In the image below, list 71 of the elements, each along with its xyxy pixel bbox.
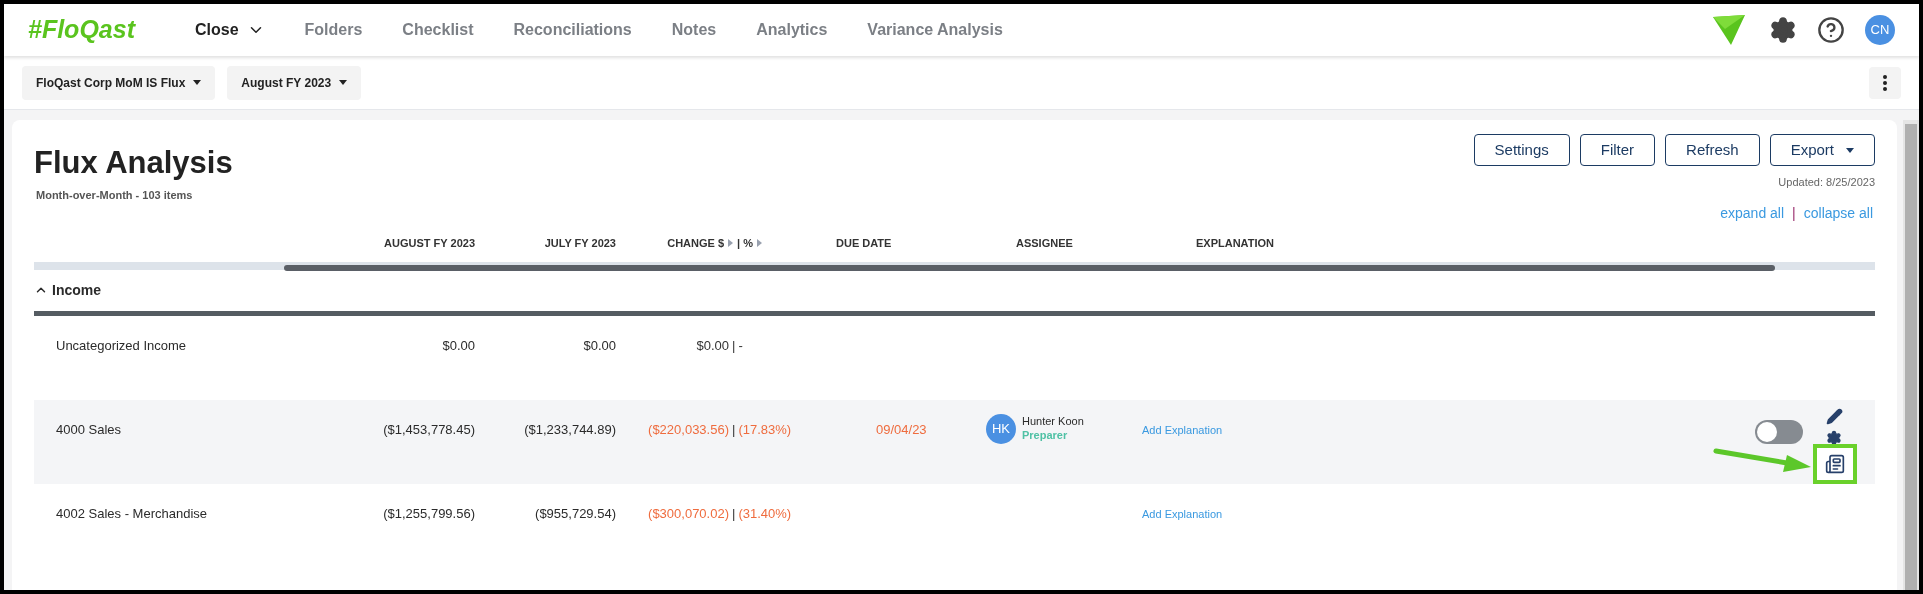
toolbar-button[interactable]: Refresh [1665,134,1760,166]
collapse-all-link[interactable]: collapse all [1803,202,1873,224]
group-label: Income [52,280,101,300]
more-menu-button[interactable] [1869,66,1901,99]
expand-all-link[interactable]: expand all [1720,202,1785,224]
vertical-scrollbar[interactable] [1903,120,1919,590]
nav-tab[interactable]: Checklist [382,18,494,42]
table-row[interactable]: Uncategorized Income $0.00 $0.00 $0.00 | - [34,315,1875,400]
export-dropdown-button[interactable]: Export [1769,134,1875,166]
toolbar-button[interactable]: Filter [1579,134,1656,166]
group-header[interactable]: Income [34,269,1875,316]
table-cell-text: ($1,255,799.56) [382,504,475,523]
column-header: EXPLANATION [1195,236,1275,251]
more-vertical-icon [1883,74,1887,91]
column-header: CHANGE $ [667,236,725,251]
nav-tab[interactable]: Notes [651,18,737,42]
sort-arrow-icon[interactable] [757,239,762,248]
nav-tab[interactable]: Close [175,18,285,42]
filter-dropdown[interactable]: August FY 2023 [227,65,362,100]
change-percent: (17.83%) [738,420,792,439]
add-explanation-link[interactable]: Add Explanation [1142,503,1223,522]
caret-icon [193,80,202,85]
table-cell-text: ($1,453,778.45) [382,420,475,439]
table-cell-text: ($955,729.54) [534,504,616,523]
column-header: ASSIGNEE [1015,236,1074,251]
account-name: 4002 Sales - Merchandise [55,504,209,523]
assignee-name: Hunter Koon [1022,414,1084,429]
logo[interactable]: #FloQast [28,11,135,49]
table-cell-text: $0.00 [441,336,475,355]
sort-arrow-icon[interactable] [728,239,734,248]
change-percent: (31.40%) [738,504,792,523]
assignee-avatar: HK [986,413,1016,444]
account-name: 4000 Sales [55,420,123,439]
column-header: DUE DATE [835,236,893,251]
filter-dropdown[interactable]: FloQast Corp MoM IS Flux [22,65,216,100]
settings-icon[interactable] [1826,429,1842,446]
horizontal-scrollbar[interactable] [284,264,1775,271]
cell-separator: | [732,420,736,439]
table-row[interactable]: 4002 Sales - Merchandise ($1,255,799.56) ($955,729.54) ($300,070.02) | (31.40%) Add Explanation [34,483,1875,568]
due-date: 09/04/23 [875,420,928,439]
page-subtitle: Month-over-Month - 103 items [36,187,194,203]
table-cell-text: $0.00 [582,336,616,355]
column-header: JULY FY 2023 [543,236,616,251]
change-amount: ($220,033.56) [647,420,729,439]
settings-icon[interactable] [1769,16,1797,44]
user-avatar[interactable]: CN [1865,15,1895,45]
nav-tab[interactable]: Variance Analysis [847,18,1023,42]
toolbar-button[interactable]: Settings [1473,134,1570,166]
updated-date: Updated: 8/25/2023 [1778,175,1875,190]
toggle-switch[interactable] [1755,419,1803,444]
change-amount: ($300,070.02) [647,504,729,523]
change-percent: - [738,336,743,355]
nav-tab[interactable]: Folders [284,18,383,42]
page-title: Flux Analysis [34,144,233,182]
column-header: | % [737,236,753,251]
column-header: AUGUST FY 2023 [383,236,475,251]
nav-tab[interactable]: Reconciliations [493,18,652,42]
nav-tab[interactable]: Analytics [736,18,848,42]
link-separator: | [1792,203,1796,223]
cell-separator: | [732,504,736,523]
add-explanation-link[interactable]: Add Explanation [1142,419,1223,438]
table-row[interactable]: 4000 Sales ($1,453,778.45) ($1,233,744.89) ($220,033.56) | (17.83%) 09/04/23 HK Hunter Koon Preparer Add Explanation [34,399,1875,484]
change-amount: $0.00 [695,336,729,355]
edit-icon[interactable] [1826,407,1843,425]
notes-icon [1825,453,1845,474]
assignee-role: Preparer [1022,428,1069,443]
caret-icon [339,80,348,85]
account-name: Uncategorized Income [55,336,188,355]
cell-separator: | [732,336,736,355]
help-icon[interactable] [1817,16,1845,44]
table-cell-text: ($1,233,744.89) [523,420,616,439]
